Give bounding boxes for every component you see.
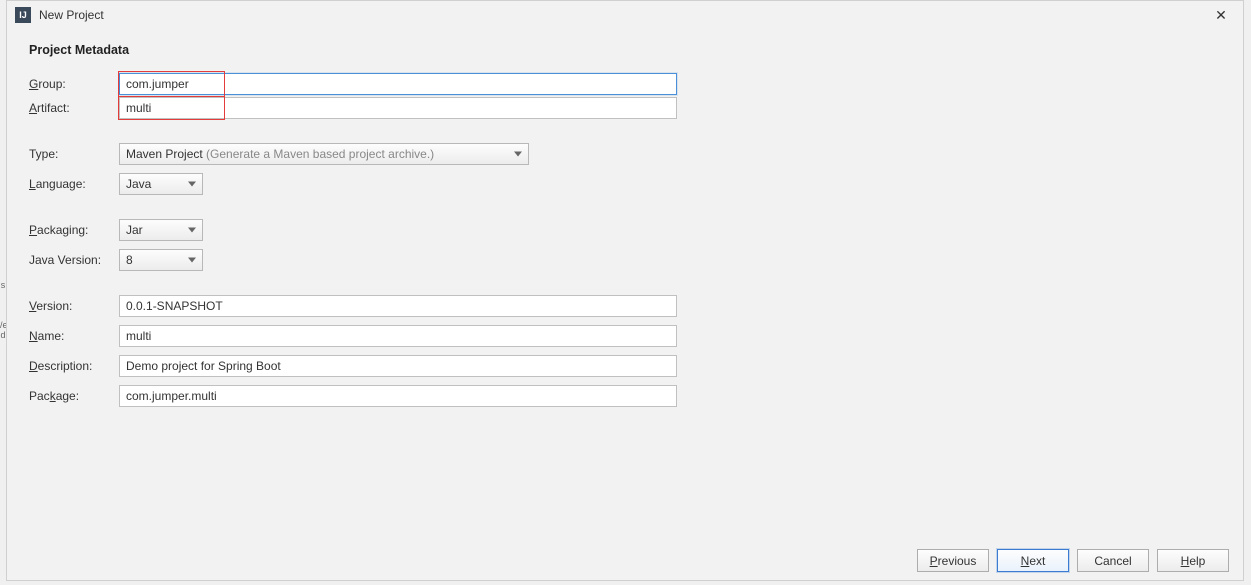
language-value: Java <box>126 177 169 191</box>
description-label: Description: <box>29 359 119 373</box>
next-button[interactable]: Next <box>997 549 1069 572</box>
group-label: Group: <box>29 77 119 91</box>
chevron-down-icon <box>188 228 196 233</box>
java-version-value: 8 <box>126 253 151 267</box>
window-title: New Project <box>39 8 1207 22</box>
java-version-label: Java Version: <box>29 253 119 267</box>
version-input[interactable] <box>119 295 677 317</box>
close-icon: ✕ <box>1215 7 1227 24</box>
type-value: Maven Project <box>126 147 203 161</box>
titlebar: IJ New Project ✕ <box>7 1 1243 29</box>
artifact-input[interactable] <box>119 97 677 119</box>
section-heading: Project Metadata <box>29 43 1221 57</box>
java-version-select[interactable]: 8 <box>119 249 203 271</box>
help-button[interactable]: Help <box>1157 549 1229 572</box>
button-bar: Previous Next Cancel Help <box>917 549 1229 572</box>
new-project-dialog: IJ New Project ✕ Project Metadata Group:… <box>6 0 1244 581</box>
chevron-down-icon <box>188 182 196 187</box>
language-label: Language: <box>29 177 119 191</box>
artifact-label: Artifact: <box>29 101 119 115</box>
chevron-down-icon <box>514 152 522 157</box>
type-hint: (Generate a Maven based project archive.… <box>206 147 434 161</box>
version-label: Version: <box>29 299 119 313</box>
app-icon: IJ <box>15 7 31 23</box>
packaging-value: Jar <box>126 223 161 237</box>
chevron-down-icon <box>188 258 196 263</box>
previous-button[interactable]: Previous <box>917 549 989 572</box>
packaging-label: Packaging: <box>29 223 119 237</box>
type-label: Type: <box>29 147 119 161</box>
group-input[interactable] <box>119 73 677 95</box>
name-label: Name: <box>29 329 119 343</box>
close-button[interactable]: ✕ <box>1207 4 1235 26</box>
name-input[interactable] <box>119 325 677 347</box>
cancel-button[interactable]: Cancel <box>1077 549 1149 572</box>
description-input[interactable] <box>119 355 677 377</box>
packaging-select[interactable]: Jar <box>119 219 203 241</box>
package-label: Package: <box>29 389 119 403</box>
language-select[interactable]: Java <box>119 173 203 195</box>
type-select[interactable]: Maven Project (Generate a Maven based pr… <box>119 143 529 165</box>
package-input[interactable] <box>119 385 677 407</box>
